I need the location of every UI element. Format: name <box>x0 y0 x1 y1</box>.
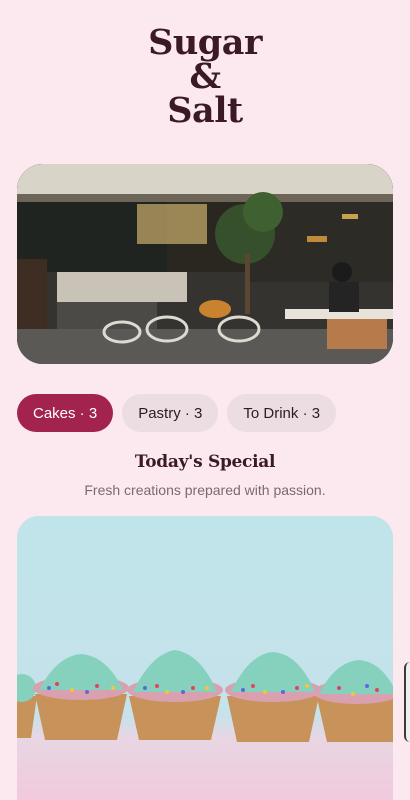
section-subtitle: Fresh creations prepared with passion. <box>84 482 326 498</box>
next-card-peek[interactable] <box>404 662 410 742</box>
app-title-line-2: & <box>189 56 221 97</box>
app-title-line-3: Salt <box>167 90 243 131</box>
tab-pastry[interactable]: Pastry · 3 <box>122 394 219 432</box>
featured-card[interactable] <box>17 516 393 800</box>
tab-cakes[interactable]: Cakes · 3 <box>17 394 114 432</box>
app-title-line-1: Sugar <box>148 22 262 63</box>
hero-image <box>17 164 393 364</box>
cupcakes-icon <box>17 516 393 800</box>
cafe-interior-icon <box>17 164 393 364</box>
category-tabs: Cakes · 3 Pastry · 3 To Drink · 3 <box>17 394 337 432</box>
tab-to-drink[interactable]: To Drink · 3 <box>227 394 337 432</box>
app-title: Sugar & Salt <box>0 22 410 131</box>
section-title: Today's Special <box>134 452 276 472</box>
